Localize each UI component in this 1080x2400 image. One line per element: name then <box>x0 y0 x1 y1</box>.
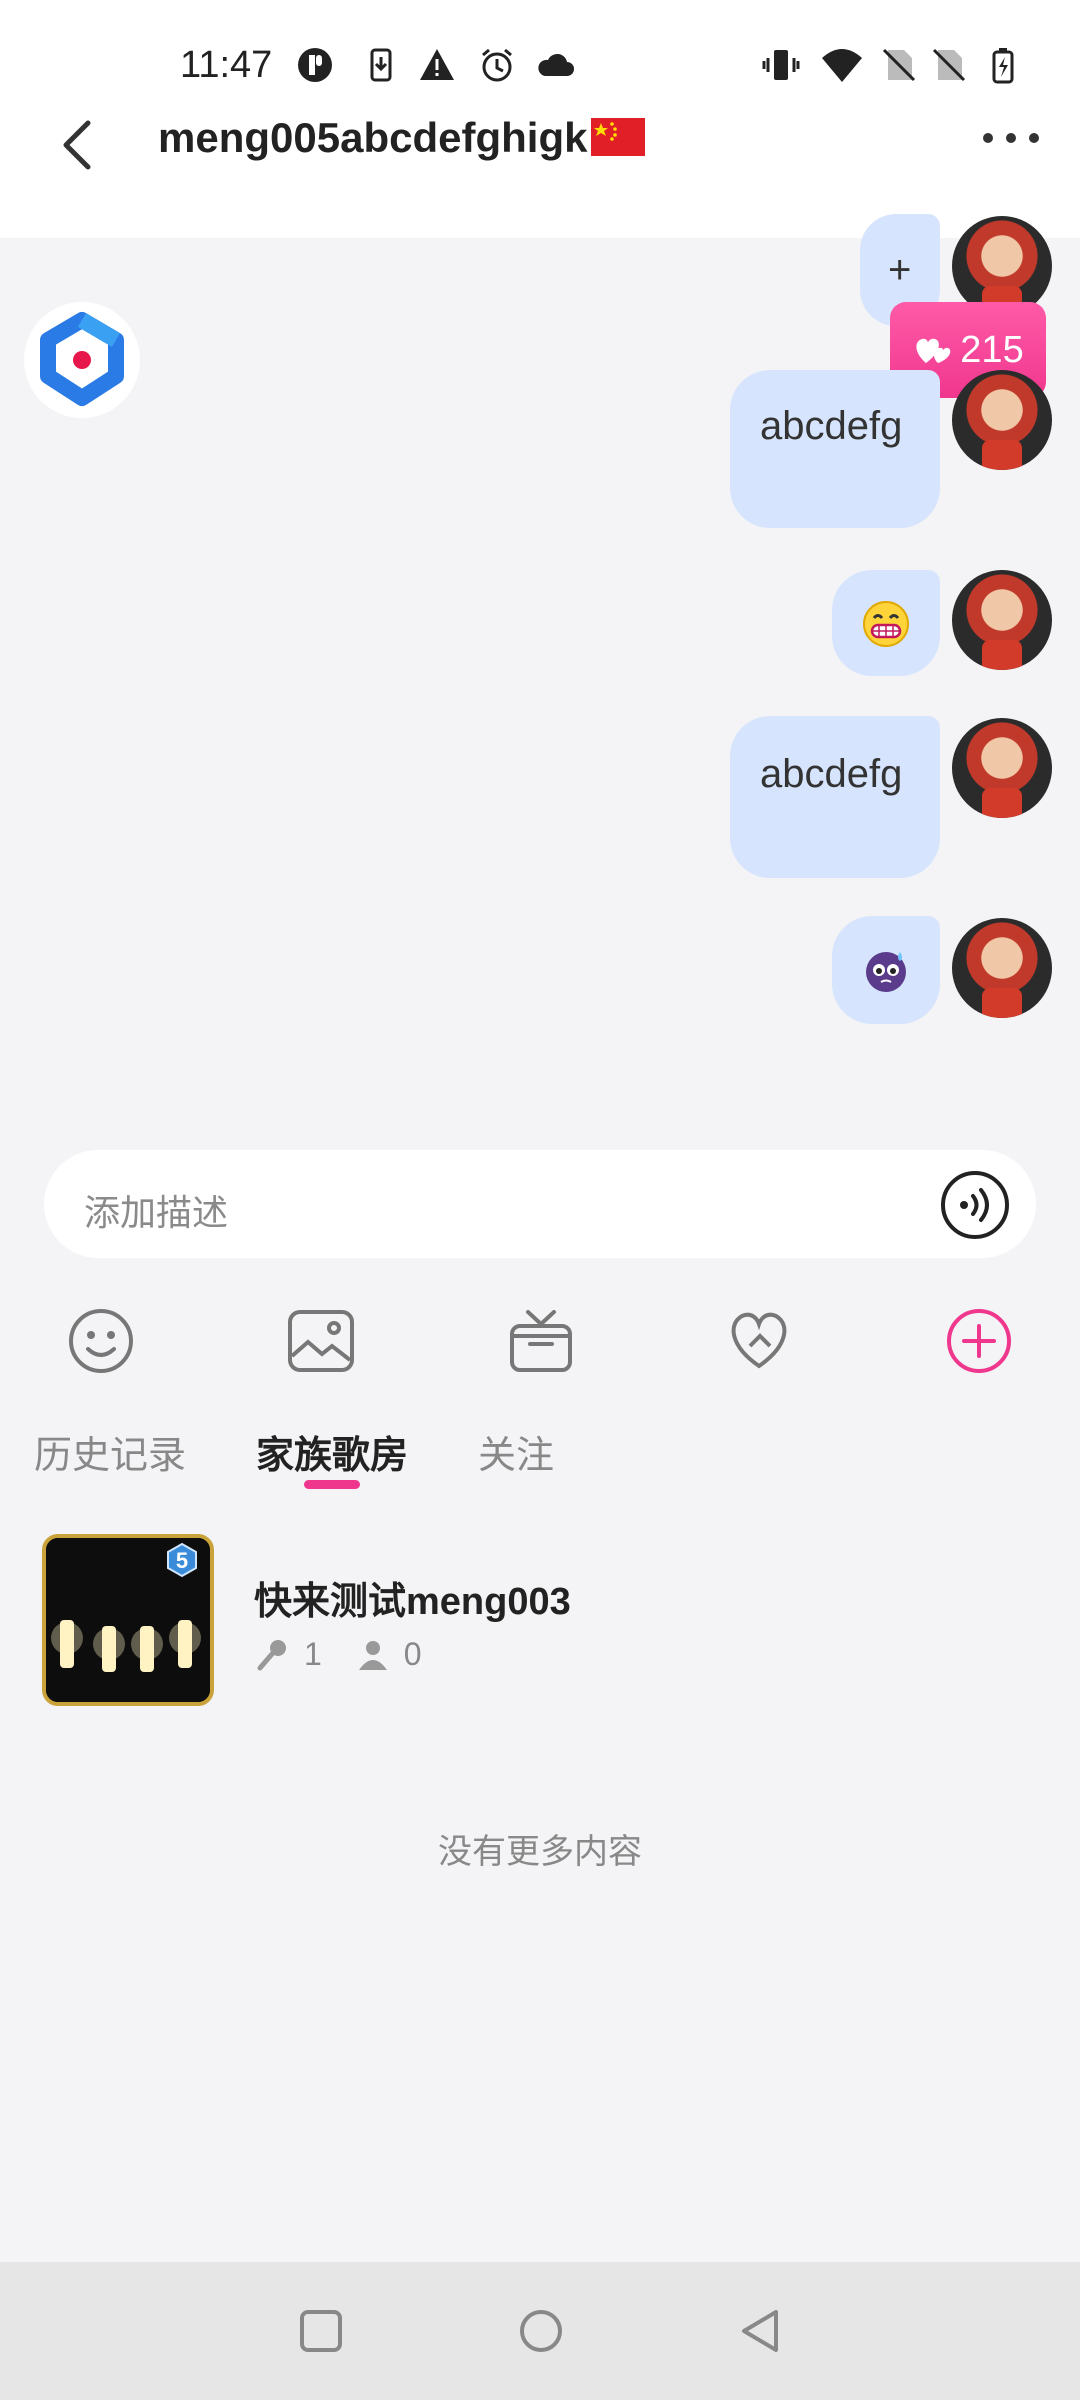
chevron-left-icon[interactable] <box>50 115 110 175</box>
download-icon <box>370 48 392 82</box>
microphone-icon <box>257 1639 286 1670</box>
status-time: 11:47 <box>180 44 273 86</box>
mic-count: 1 <box>304 1636 322 1672</box>
floating-app-logo[interactable] <box>24 302 140 418</box>
room-title: 快来测试meng003 <box>254 1581 571 1623</box>
battery-charging-icon <box>992 48 1014 84</box>
avatar[interactable] <box>952 570 1052 670</box>
avatar[interactable] <box>952 918 1052 1018</box>
tab-history[interactable]: 历史记录 <box>34 1424 186 1479</box>
tab-following[interactable]: 关注 <box>478 1424 554 1479</box>
gift-icon[interactable] <box>506 1306 576 1376</box>
no-sim-icon <box>932 48 966 82</box>
tab-family-rooms[interactable]: 家族歌房 <box>256 1424 408 1479</box>
room-level-badge: 5 <box>175 1548 189 1573</box>
message-bubble[interactable] <box>832 916 940 1024</box>
message-text: abcdefg <box>760 404 903 448</box>
more-dots-icon[interactable] <box>976 118 1046 158</box>
hearts-icon <box>916 338 951 363</box>
recent-apps-icon[interactable] <box>296 2306 346 2356</box>
avatar[interactable] <box>952 718 1052 818</box>
likes-count: 215 <box>960 328 1024 371</box>
system-nav-bar <box>0 2262 1080 2400</box>
no-sim-icon <box>882 48 916 82</box>
person-icon <box>358 1640 387 1670</box>
active-tab-indicator <box>304 1480 360 1489</box>
list-end-text: 没有更多内容 <box>438 1833 642 1871</box>
alarm-icon <box>482 48 512 82</box>
message-text: + <box>888 248 912 292</box>
input-placeholder: 添加描述 <box>84 1192 229 1233</box>
message-bubble[interactable]: abcdefg <box>730 716 940 878</box>
page-title: meng005abcdefghigk <box>158 114 646 162</box>
listener-count: 0 <box>403 1636 422 1672</box>
message-bubble[interactable]: abcdefg <box>730 370 940 528</box>
china-flag-icon <box>591 117 646 156</box>
back-triangle-icon[interactable] <box>736 2306 786 2356</box>
home-icon[interactable] <box>516 2306 566 2356</box>
message-input[interactable]: 添加描述 <box>44 1150 1036 1258</box>
voice-icon[interactable] <box>940 1170 1010 1240</box>
avatar[interactable] <box>952 370 1052 470</box>
wifi-icon <box>822 49 862 82</box>
add-icon[interactable] <box>944 1306 1014 1376</box>
vibrate-icon <box>762 50 800 80</box>
cloud-icon <box>538 53 574 76</box>
contact-name: meng005abcdefghigk <box>158 114 588 161</box>
room-thumbnail[interactable]: 5 <box>42 1534 214 1706</box>
emoji-icon[interactable] <box>66 1306 136 1376</box>
message-text: abcdefg <box>760 752 903 796</box>
grinning-emoji-icon <box>863 601 909 647</box>
avatar[interactable] <box>952 216 1052 316</box>
room-stats: 1 0 <box>256 1636 422 1673</box>
image-icon[interactable] <box>286 1306 356 1376</box>
message-bubble[interactable] <box>832 570 940 676</box>
purple-sweat-emoji-icon <box>866 952 906 992</box>
app-notification-icon <box>298 48 332 82</box>
app-logo-icon <box>40 312 124 406</box>
heart-chat-icon[interactable] <box>724 1306 794 1376</box>
warning-icon <box>420 49 454 80</box>
